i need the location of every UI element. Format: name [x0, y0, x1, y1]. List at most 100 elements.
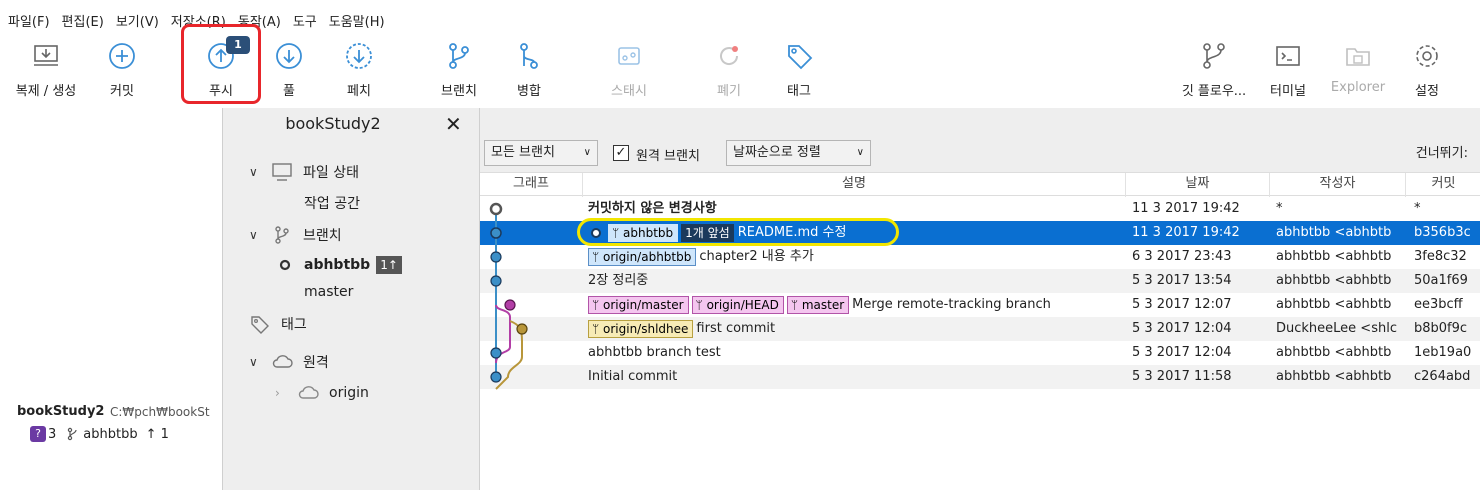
- gitflow-button[interactable]: 깃 플로우...: [1170, 36, 1258, 99]
- menu-edit[interactable]: 편집(E): [58, 8, 112, 30]
- repository-title: bookStudy2: [285, 114, 381, 133]
- sidebar-remotes[interactable]: ∨ 원격: [249, 352, 329, 372]
- sort-select[interactable]: 날짜순으로 정렬 ∨: [726, 140, 871, 166]
- branch-icon: ᛘ: [592, 321, 604, 336]
- commit-author: DuckheeLee <shlc: [1276, 321, 1397, 336]
- chevron-down-icon: ∨: [856, 147, 864, 158]
- remote-branches-checkbox[interactable]: ✓: [613, 145, 629, 161]
- sidebar-item-origin[interactable]: › origin: [275, 383, 369, 403]
- table-row[interactable]: Initial commit 5 3 2017 11:58 abhbtbb <a…: [480, 365, 1480, 389]
- merge-label: 병합: [517, 84, 541, 99]
- commit-description: Initial commit: [588, 369, 678, 384]
- settings-button[interactable]: 설정: [1392, 36, 1462, 99]
- push-count-badge: 1: [226, 36, 250, 54]
- clone-button[interactable]: 복제 / 생성: [6, 36, 86, 99]
- stash-icon: [618, 47, 640, 65]
- menu-help[interactable]: 도움말(H): [325, 8, 393, 30]
- monitor-icon: [272, 163, 292, 181]
- current-branch-label: abhbtbb: [304, 257, 371, 273]
- current-branch-ahead-badge: 1↑: [376, 256, 402, 274]
- column-commit[interactable]: 커밋: [1406, 173, 1480, 197]
- commit-hash: 50a1f69: [1414, 273, 1468, 288]
- sidebar-item-current-branch[interactable]: abhbtbb 1↑: [279, 256, 402, 274]
- commit-description: Merge remote-tracking branch: [852, 297, 1051, 312]
- commit-description: abhbtbb branch test: [588, 345, 721, 360]
- clone-label: 복제 / 생성: [15, 84, 77, 99]
- table-row[interactable]: ᛘ origin/abhbtbb chapter2 내용 추가 6 3 2017 …: [480, 245, 1480, 269]
- chevron-down-icon[interactable]: ∨: [249, 355, 263, 369]
- fetch-button[interactable]: 페치: [324, 36, 394, 99]
- branch-ref-tag[interactable]: ᛘ abhbtbb: [608, 223, 679, 242]
- branch-ref-tag[interactable]: ᛘ master: [786, 295, 850, 314]
- commit-description: first commit: [696, 321, 776, 336]
- branch-ref-tag[interactable]: ᛘ origin/shldhee: [588, 319, 694, 338]
- sidebar-branches[interactable]: ∨ 브랜치: [249, 225, 342, 245]
- folder-icon: [1346, 48, 1370, 66]
- cloud-icon: [272, 355, 293, 368]
- stash-label: 스태시: [611, 84, 647, 99]
- commit-author: abhbtbb <abhbtb: [1276, 297, 1392, 312]
- stash-button[interactable]: 스태시: [594, 36, 664, 99]
- file-status-label: 파일 상태: [303, 165, 359, 181]
- table-row[interactable]: 커밋하지 않은 변경사항 11 3 2017 19:42 * *: [480, 197, 1480, 221]
- discard-button[interactable]: 폐기: [694, 36, 764, 99]
- branch-icon: ᛘ: [790, 297, 802, 312]
- close-icon[interactable]: ✕: [445, 112, 462, 136]
- column-graph[interactable]: 그래프: [480, 173, 583, 197]
- monitor-download-icon: [34, 45, 58, 66]
- menu-file[interactable]: 파일(F): [4, 8, 58, 30]
- fetch-label: 페치: [347, 84, 371, 99]
- gitflow-label: 깃 플로우...: [1181, 84, 1247, 99]
- column-author[interactable]: 작성자: [1270, 173, 1406, 197]
- chevron-down-icon[interactable]: ∨: [249, 165, 263, 179]
- branch-ref-label: origin/abhbtbb: [603, 249, 692, 264]
- table-row[interactable]: ᛘ origin/shldhee first commit 5 3 2017 12…: [480, 317, 1480, 341]
- branch-ref-tag[interactable]: ᛘ origin/abhbtbb: [588, 247, 697, 266]
- table-header: 그래프 설명 날짜 작성자 커밋: [480, 172, 1480, 197]
- branch-ref-label: origin/HEAD: [706, 297, 779, 312]
- sidebar-item-working-copy[interactable]: 작업 공간: [304, 193, 360, 213]
- chevron-down-icon[interactable]: ∨: [249, 228, 263, 242]
- explorer-button[interactable]: Explorer: [1323, 36, 1393, 95]
- branch-button[interactable]: 브랜치: [424, 36, 494, 99]
- merge-button[interactable]: 병합: [494, 36, 564, 99]
- terminal-button[interactable]: 터미널: [1253, 36, 1323, 99]
- table-row[interactable]: abhbtbb branch test 5 3 2017 12:04 abhbt…: [480, 341, 1480, 365]
- push-highlight-frame: [181, 24, 261, 104]
- branch-icon: ᛘ: [592, 249, 604, 264]
- commit-description: README.md 수정: [737, 225, 847, 240]
- commit-description: 2장 정리중: [588, 273, 649, 288]
- table-row[interactable]: ᛘ abhbtbb 1개 앞섬 README.md 수정 11 3 2017 19:…: [480, 221, 1480, 245]
- project-branch: abhbtbb: [83, 426, 138, 442]
- commit-date: 5 3 2017 11:58: [1132, 369, 1232, 384]
- chevron-right-icon[interactable]: ›: [275, 386, 289, 400]
- fetch-circle-icon: [346, 43, 372, 69]
- column-date[interactable]: 날짜: [1126, 173, 1270, 197]
- branch-ref-tag[interactable]: ᛘ origin/HEAD: [691, 295, 784, 314]
- branch-filter-select[interactable]: 모든 브랜치 ∨: [484, 140, 598, 166]
- branch-icon: ᛘ: [612, 225, 624, 240]
- sidebar-tags[interactable]: 태그: [249, 314, 307, 334]
- commit-description: 커밋하지 않은 변경사항: [588, 201, 717, 216]
- branch-icon: [68, 427, 77, 441]
- commit-description-cell: ᛘ origin/master ᛘ origin/HEAD ᛘ master Merg…: [588, 293, 1118, 317]
- table-row[interactable]: ᛘ origin/master ᛘ origin/HEAD ᛘ master Merg…: [480, 293, 1480, 317]
- table-row[interactable]: 2장 정리중 5 3 2017 13:54 abhbtbb <abhbtb 50…: [480, 269, 1480, 293]
- pull-button[interactable]: 풀: [254, 36, 324, 99]
- sidebar-file-status[interactable]: ∨ 파일 상태: [249, 162, 359, 182]
- commit-description: chapter2 내용 추가: [699, 249, 814, 264]
- branch-ref-label: abhbtbb: [623, 225, 674, 240]
- ahead-badge: 1개 앞섬: [681, 223, 734, 242]
- menu-view[interactable]: 보기(V): [112, 8, 167, 30]
- plus-circle-icon: [109, 43, 135, 69]
- working-copy-label: 작업 공간: [304, 196, 360, 212]
- tag-button[interactable]: 태그: [764, 36, 834, 99]
- menu-tools[interactable]: 도구: [289, 8, 325, 30]
- branch-ref-tag[interactable]: ᛘ origin/master: [588, 295, 689, 314]
- commit-button[interactable]: 커밋: [87, 36, 157, 99]
- project-name[interactable]: bookStudy2: [17, 404, 104, 419]
- project-path: C:₩pch₩bookSt: [110, 405, 210, 419]
- sidebar-item-master[interactable]: master: [304, 284, 353, 300]
- current-branch-dot-icon: [279, 259, 291, 271]
- column-description[interactable]: 설명: [583, 173, 1126, 197]
